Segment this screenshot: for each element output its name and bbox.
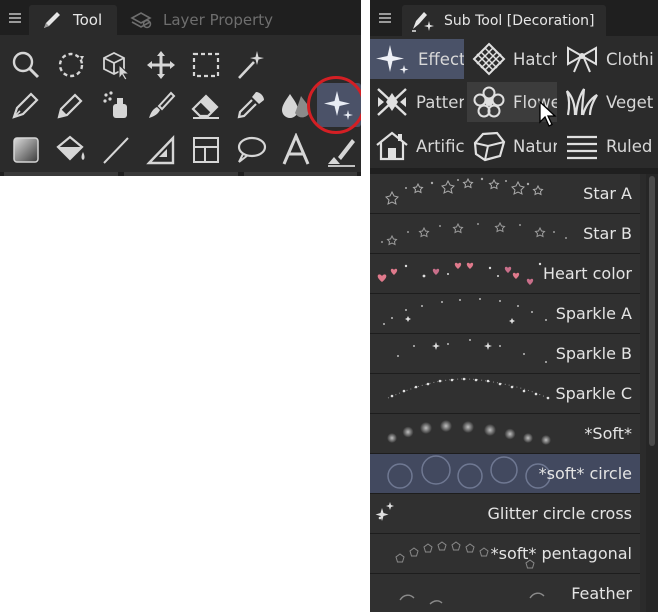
brush-item-sparkle-a[interactable]: Sparkle A <box>370 294 640 334</box>
operation-icon[interactable] <box>94 43 138 87</box>
auto-select-wand-icon[interactable] <box>229 43 273 87</box>
brush-item-sparkle-c[interactable]: Sparkle C <box>370 374 640 414</box>
brush-item-soft[interactable]: *Soft* <box>370 414 640 454</box>
eraser-icon[interactable] <box>184 83 228 127</box>
brush-item-star-a[interactable]: Star A <box>370 174 640 214</box>
brush-item-sparkle-b[interactable]: Sparkle B <box>370 334 640 374</box>
eyedropper-icon[interactable] <box>229 83 273 127</box>
ruler-icon[interactable] <box>139 128 183 172</box>
tab-tool[interactable]: Tool <box>29 5 117 35</box>
brush-item-glitter-circle-cross[interactable]: Glitter circle cross <box>370 494 640 534</box>
brush-name: Sparkle B <box>555 344 632 363</box>
correct-line-icon[interactable] <box>319 128 361 172</box>
brush-name: Star A <box>583 184 632 203</box>
tab-subtool-decoration[interactable]: Sub Tool [Decoration] <box>402 5 606 36</box>
tab-layer-property-label: Layer Property <box>163 11 274 29</box>
brush-name: *soft* pentagonal <box>490 544 632 563</box>
group-artificial-label: Artifici <box>416 136 464 156</box>
brush-item-soft-pentagonal[interactable]: *soft* pentagonal <box>370 534 640 574</box>
selected-tool-highlight-circle <box>307 76 361 134</box>
group-nature-label: Natura <box>513 136 557 156</box>
fill-bucket-icon[interactable] <box>49 128 93 172</box>
pen-icon[interactable] <box>4 83 48 127</box>
text-icon[interactable] <box>274 128 318 172</box>
tool-panel-bottom-strip <box>0 172 361 176</box>
balloon-icon[interactable] <box>229 128 273 172</box>
group-effect-button[interactable]: Effect <box>370 39 464 79</box>
brush-name: *soft* circle <box>538 464 632 483</box>
decoration-brush-icon <box>412 11 434 32</box>
group-clothing-button[interactable]: Clothi <box>560 39 658 79</box>
house-icon <box>376 131 408 161</box>
group-pattern-button[interactable]: Patter <box>370 82 464 122</box>
subtool-panel-menu-icon[interactable] <box>374 6 396 30</box>
flower-icon <box>473 86 505 118</box>
tab-subtool-label: Sub Tool [Decoration] <box>444 12 595 29</box>
pen-brush-icon <box>44 12 60 28</box>
group-vegetation-button[interactable]: Veget <box>560 82 658 122</box>
brush-name: Glitter circle cross <box>487 504 632 523</box>
brush-icon[interactable] <box>139 83 183 127</box>
layer-property-icon <box>130 12 152 29</box>
tool-panel-menu-icon[interactable] <box>4 6 26 30</box>
mouse-cursor-icon <box>539 100 557 127</box>
tool-tab-bar: Tool Layer Property <box>0 0 361 35</box>
group-nature-button[interactable]: Natura <box>467 126 557 166</box>
tab-layer-property[interactable]: Layer Property <box>121 5 361 35</box>
brush-item-star-b[interactable]: Star B <box>370 214 640 254</box>
ruled-lines-icon <box>567 135 597 160</box>
brush-name: Sparkle C <box>555 384 632 403</box>
group-clothing-label: Clothi <box>606 49 654 69</box>
subtool-tab-bar: Sub Tool [Decoration] <box>370 0 658 36</box>
brush-item-heart-color[interactable]: Heart color <box>370 254 640 294</box>
grass-icon <box>565 88 598 116</box>
zoom-icon[interactable] <box>4 43 48 87</box>
brush-name: Heart color <box>542 264 632 283</box>
tool-row-1 <box>4 43 361 87</box>
brush-name: *Soft* <box>584 424 632 443</box>
pencil-icon[interactable] <box>49 83 93 127</box>
group-artificial-button[interactable]: Artifici <box>370 126 464 166</box>
lasso-select-icon[interactable] <box>49 43 93 87</box>
group-pattern-label: Patter <box>416 92 464 112</box>
tool-row-3 <box>4 128 361 172</box>
pattern-icon <box>377 88 407 116</box>
subtool-panel: Sub Tool [Decoration] Effect Hatch Cloth… <box>370 0 658 612</box>
line-figure-icon[interactable] <box>94 128 138 172</box>
tab-tool-label: Tool <box>73 11 103 29</box>
brush-name: Feather <box>571 584 632 603</box>
group-ruled-button[interactable]: Ruled <box>560 126 658 166</box>
brush-item-feather[interactable]: Feather <box>370 574 640 612</box>
group-vegetation-label: Veget <box>606 92 654 112</box>
brush-list-scrollbar-thumb[interactable] <box>649 176 655 446</box>
brush-name: Star B <box>583 224 632 243</box>
group-hatch-label: Hatch <box>513 49 557 69</box>
tool-panel: Tool Layer Property <box>0 0 361 176</box>
group-effect-label: Effect <box>418 49 464 69</box>
rectangle-select-icon[interactable] <box>184 43 228 87</box>
brush-list: Star A Star B Heart color Sparkle A Spar… <box>370 174 640 612</box>
move-layer-icon[interactable] <box>139 43 183 87</box>
hatch-icon <box>472 42 506 76</box>
brush-item-soft-circle[interactable]: *soft* circle <box>370 454 640 494</box>
gradient-icon[interactable] <box>4 128 48 172</box>
brush-name: Sparkle A <box>555 304 632 323</box>
airbrush-icon[interactable] <box>94 83 138 127</box>
sparkle-icon <box>376 45 409 74</box>
group-hatch-button[interactable]: Hatch <box>467 39 557 79</box>
rock-icon <box>473 131 506 162</box>
ribbon-bow-icon <box>567 46 597 73</box>
frame-border-icon[interactable] <box>184 128 228 172</box>
group-ruled-label: Ruled <box>606 136 653 156</box>
